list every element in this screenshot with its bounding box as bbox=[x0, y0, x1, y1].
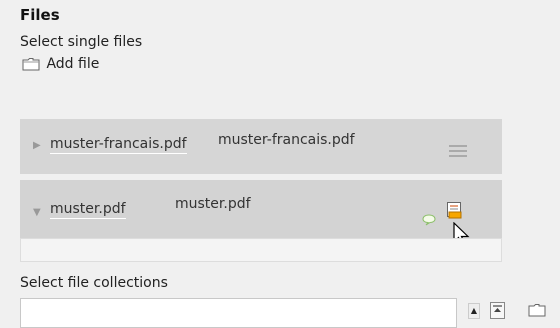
folder-icon[interactable] bbox=[528, 302, 546, 321]
select-file-collections-label: Select file collections bbox=[20, 275, 168, 291]
menu-icon[interactable] bbox=[449, 145, 467, 160]
file-link[interactable]: muster.pdf bbox=[50, 201, 126, 219]
collapse-arrow-icon[interactable]: ▼ bbox=[33, 207, 41, 218]
select-single-files-label: Select single files bbox=[20, 34, 143, 50]
folder-icon bbox=[22, 56, 46, 72]
files-heading: Files bbox=[20, 6, 60, 24]
file-name: muster.pdf bbox=[175, 196, 251, 212]
file-name: muster-francais.pdf bbox=[218, 132, 355, 148]
add-file-label: Add file bbox=[46, 56, 100, 72]
comment-icon[interactable] bbox=[422, 211, 436, 230]
file-collections-list[interactable] bbox=[20, 298, 457, 328]
expand-arrow-icon[interactable]: ▶ bbox=[33, 140, 41, 151]
move-to-top-icon[interactable] bbox=[490, 302, 505, 323]
file-link[interactable]: muster-francais.pdf bbox=[50, 136, 187, 154]
scroll-up-button[interactable]: ▲ bbox=[468, 303, 480, 319]
file-row-metadata-panel bbox=[20, 238, 502, 262]
add-file-button[interactable]: Add file bbox=[22, 56, 99, 90]
